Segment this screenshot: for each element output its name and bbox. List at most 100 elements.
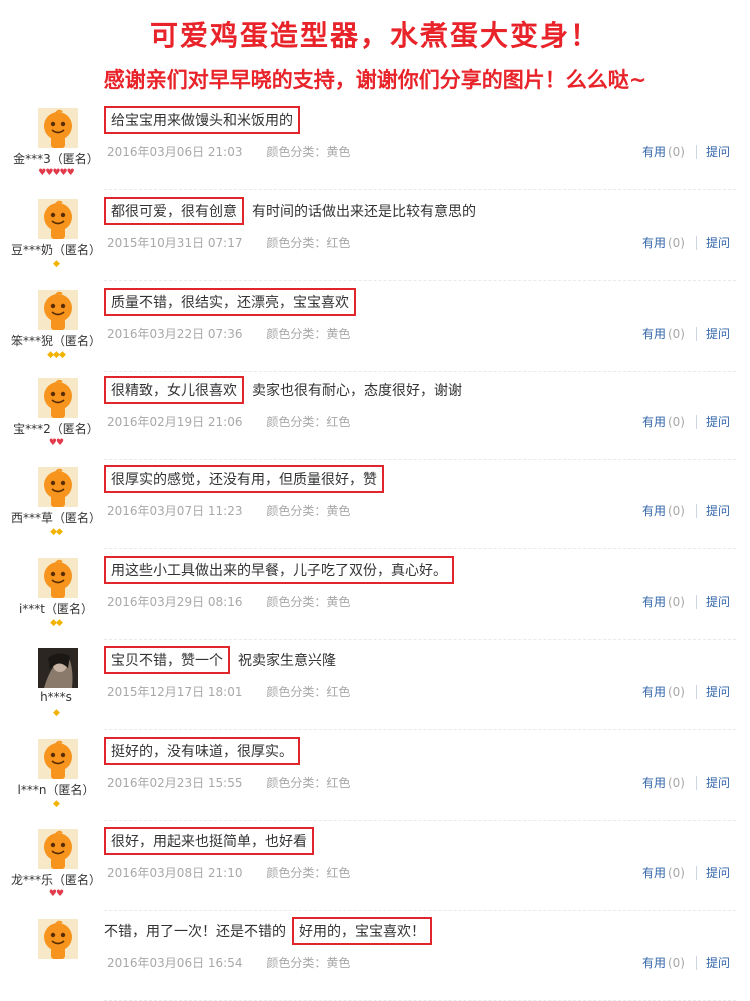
ask-button[interactable]: 提问 — [706, 866, 730, 880]
reviewer-name: i***t（匿名） — [18, 602, 94, 616]
gold-diamond-level-icon: ◆ — [53, 708, 60, 718]
review-meta: 2016年03月22日 07:36 颜色分类：黄色 — [107, 325, 350, 342]
ask-button[interactable]: 提问 — [706, 145, 730, 159]
buyer-level-badge: ◆ — [0, 799, 112, 809]
ask-button[interactable]: 提问 — [706, 415, 730, 429]
avatar[interactable] — [38, 829, 78, 869]
color-option-label: 颜色分类：红色 — [266, 236, 351, 250]
avatar[interactable] — [38, 199, 78, 239]
red-heart-level-icon: ♥ — [66, 168, 75, 178]
color-option-value: 红色 — [326, 776, 351, 790]
useful-button[interactable]: 有用 (0) — [642, 327, 685, 341]
review-actions: 有用 (0) 提问 — [642, 774, 730, 791]
red-heart-level-icon: ♥ — [56, 438, 64, 448]
useful-button[interactable]: 有用 (0) — [642, 145, 685, 159]
useful-button[interactable]: 有用 (0) — [642, 236, 685, 250]
review-date: 2016年03月22日 07:36 — [107, 327, 243, 341]
color-option-label: 颜色分类：黄色 — [266, 327, 351, 341]
review-text: 宝贝不错，赞一个 祝卖家生意兴隆 — [104, 646, 336, 674]
review-meta: 2015年12月17日 18:01 颜色分类：红色 — [107, 683, 350, 700]
review-text: 给宝宝用来做馒头和米饭用的 — [104, 106, 300, 134]
ask-button[interactable]: 提问 — [706, 595, 730, 609]
review-highlight: 挺好的，没有味道，很厚实。 — [104, 737, 300, 765]
color-option-value: 黄色 — [326, 145, 351, 159]
useful-button[interactable]: 有用 (0) — [642, 776, 685, 790]
review-date: 2016年02月19日 21:06 — [107, 415, 243, 429]
avatar[interactable] — [38, 108, 78, 148]
review-date: 2016年03月08日 21:10 — [107, 866, 243, 880]
useful-count: (0) — [667, 595, 685, 609]
useful-button[interactable]: 有用 (0) — [642, 504, 685, 518]
color-option-value: 红色 — [326, 236, 351, 250]
color-option-label: 颜色分类：黄色 — [266, 956, 351, 970]
default-avatar-icon — [38, 919, 78, 959]
review-actions: 有用 (0) 提问 — [642, 593, 730, 610]
review-item: 笨***猊（匿名） ◆◆◆ 质量不错，很结实，还漂亮，宝宝喜欢 2016年03月… — [0, 282, 750, 372]
red-heart-level-icon: ♥ — [56, 889, 64, 899]
avatar[interactable] — [38, 648, 78, 688]
buyer-level-badge: ◆◆ — [0, 527, 112, 537]
review-text-extra: 有时间的话做出来还是比较有意思的 — [252, 204, 476, 220]
review-date: 2015年10月31日 07:17 — [107, 236, 243, 250]
ask-button[interactable]: 提问 — [706, 776, 730, 790]
gold-diamond-level-icon: ◆ — [53, 799, 60, 809]
review-meta: 2016年02月19日 21:06 颜色分类：红色 — [107, 413, 350, 430]
ask-button[interactable]: 提问 — [706, 236, 730, 250]
color-option-value: 红色 — [326, 866, 351, 880]
review-item: 豆***奶（匿名） ◆ 都很可爱，很有创意 有时间的话做出来还是比较有意思的 20… — [0, 191, 750, 281]
useful-button[interactable]: 有用 (0) — [642, 685, 685, 699]
review-meta: 2016年02月23日 15:55 颜色分类：红色 — [107, 774, 350, 791]
useful-count: (0) — [667, 327, 685, 341]
useful-count: (0) — [667, 866, 685, 880]
review-highlight: 好用的，宝宝喜欢！ — [292, 917, 432, 945]
avatar[interactable] — [38, 290, 78, 330]
color-option-label: 颜色分类：黄色 — [266, 504, 351, 518]
review-actions: 有用 (0) 提问 — [642, 143, 730, 160]
reviewer-name: h***s — [40, 690, 72, 704]
review-actions: 有用 (0) 提问 — [642, 413, 730, 430]
color-option-value: 黄色 — [326, 595, 351, 609]
useful-button[interactable]: 有用 (0) — [642, 956, 685, 970]
review-text: 很厚实的感觉，还没有用，但质量很好，赞 — [104, 465, 384, 493]
color-option-value: 黄色 — [326, 504, 351, 518]
default-avatar-icon — [38, 467, 78, 507]
review-highlight: 宝贝不错，赞一个 — [104, 646, 230, 674]
divider — [695, 236, 697, 250]
review-text-extra: 卖家也很有耐心，态度很好，谢谢 — [252, 383, 462, 399]
useful-button[interactable]: 有用 (0) — [642, 866, 685, 880]
useful-button[interactable]: 有用 (0) — [642, 595, 685, 609]
buyer-level-badge: ◆ — [0, 259, 112, 269]
avatar[interactable] — [38, 739, 78, 779]
avatar[interactable] — [38, 467, 78, 507]
color-option-value: 红色 — [326, 415, 351, 429]
color-option-label: 颜色分类：红色 — [266, 776, 351, 790]
buyer-level-badge: ◆◆ — [0, 618, 112, 628]
review-divider — [104, 548, 736, 549]
buyer-level-badge: ♥♥ — [0, 438, 112, 448]
ask-button[interactable]: 提问 — [706, 685, 730, 699]
useful-button[interactable]: 有用 (0) — [642, 415, 685, 429]
avatar[interactable] — [38, 378, 78, 418]
gold-diamond-level-icon: ◆ — [56, 618, 63, 628]
review-meta: 2016年03月29日 08:16 颜色分类：黄色 — [107, 593, 350, 610]
reviewer-name: l***n（匿名） — [17, 783, 95, 797]
reviewer-name: 豆***奶（匿名） — [10, 243, 101, 257]
default-avatar-icon — [38, 558, 78, 598]
avatar[interactable] — [38, 919, 78, 959]
ask-button[interactable]: 提问 — [706, 327, 730, 341]
color-option-label: 颜色分类：红色 — [266, 685, 351, 699]
divider — [695, 415, 697, 429]
review-divider — [104, 189, 736, 190]
review-text: 用这些小工具做出来的早餐，儿子吃了双份，真心好。 — [104, 556, 454, 584]
buyer-level-badge: ◆◆◆ — [0, 350, 112, 360]
reviewer-name: 宝***2（匿名） — [13, 422, 99, 436]
review-text-prefix: 不错，用了一次！还是不错的 — [104, 924, 286, 940]
review-text: 不错，用了一次！还是不错的 好用的，宝宝喜欢！ — [104, 917, 432, 945]
ask-button[interactable]: 提问 — [706, 956, 730, 970]
ask-button[interactable]: 提问 — [706, 504, 730, 518]
reviewer-name: 西***草（匿名） — [10, 511, 101, 525]
avatar[interactable] — [38, 558, 78, 598]
color-option-label: 颜色分类：黄色 — [266, 595, 351, 609]
review-actions: 有用 (0) 提问 — [642, 325, 730, 342]
review-actions: 有用 (0) 提问 — [642, 234, 730, 251]
